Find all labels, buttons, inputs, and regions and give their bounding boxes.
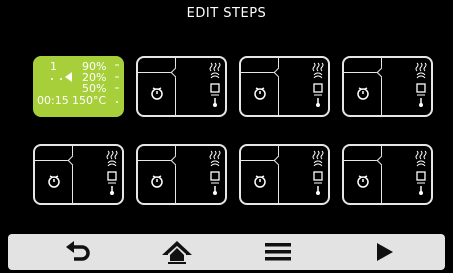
settings-icons: [106, 150, 118, 195]
step-card-3[interactable]: [239, 56, 330, 117]
timer-icon: [357, 87, 369, 100]
time-value: 00:15: [37, 94, 69, 107]
step-card-7[interactable]: [239, 144, 330, 205]
arrow-left-icon: [65, 72, 72, 82]
step-card-6[interactable]: [136, 144, 227, 205]
page-title: EDIT STEPS: [186, 6, 267, 21]
play-button[interactable]: [345, 234, 425, 270]
timer-icon: [151, 87, 163, 100]
back-button[interactable]: [38, 234, 118, 270]
timer-icon: [254, 175, 266, 188]
step-card-4[interactable]: [342, 56, 433, 117]
bottom-toolbar: [8, 234, 445, 270]
step-card-1[interactable]: 1 90% 20% 50% 00:15 150°C: [33, 56, 124, 117]
settings-icons: [415, 62, 427, 107]
settings-icons: [209, 150, 221, 195]
step-card-2[interactable]: [136, 56, 227, 117]
home-button[interactable]: [137, 234, 217, 270]
settings-icons: [312, 62, 324, 107]
cycles-value: 1: [50, 60, 57, 73]
timer-icon: [48, 175, 60, 188]
power-value: 50%: [82, 82, 107, 95]
settings-icons: [312, 150, 324, 195]
play-icon: [377, 243, 393, 261]
dots-icon: [51, 78, 62, 80]
step-card-8[interactable]: [342, 144, 433, 205]
settings-icons: [209, 62, 221, 107]
timer-icon: [254, 87, 266, 100]
timer-icon: [151, 175, 163, 188]
step-card-5[interactable]: [33, 144, 124, 205]
home-icon: [162, 241, 192, 264]
temperature-value: 150°C: [72, 94, 107, 107]
steam-mini-icon: [115, 64, 119, 103]
back-arrow-icon: [66, 241, 90, 261]
menu-button[interactable]: [238, 234, 318, 270]
settings-icons: [415, 150, 427, 195]
menu-icon: [265, 243, 291, 261]
timer-icon: [357, 175, 369, 188]
